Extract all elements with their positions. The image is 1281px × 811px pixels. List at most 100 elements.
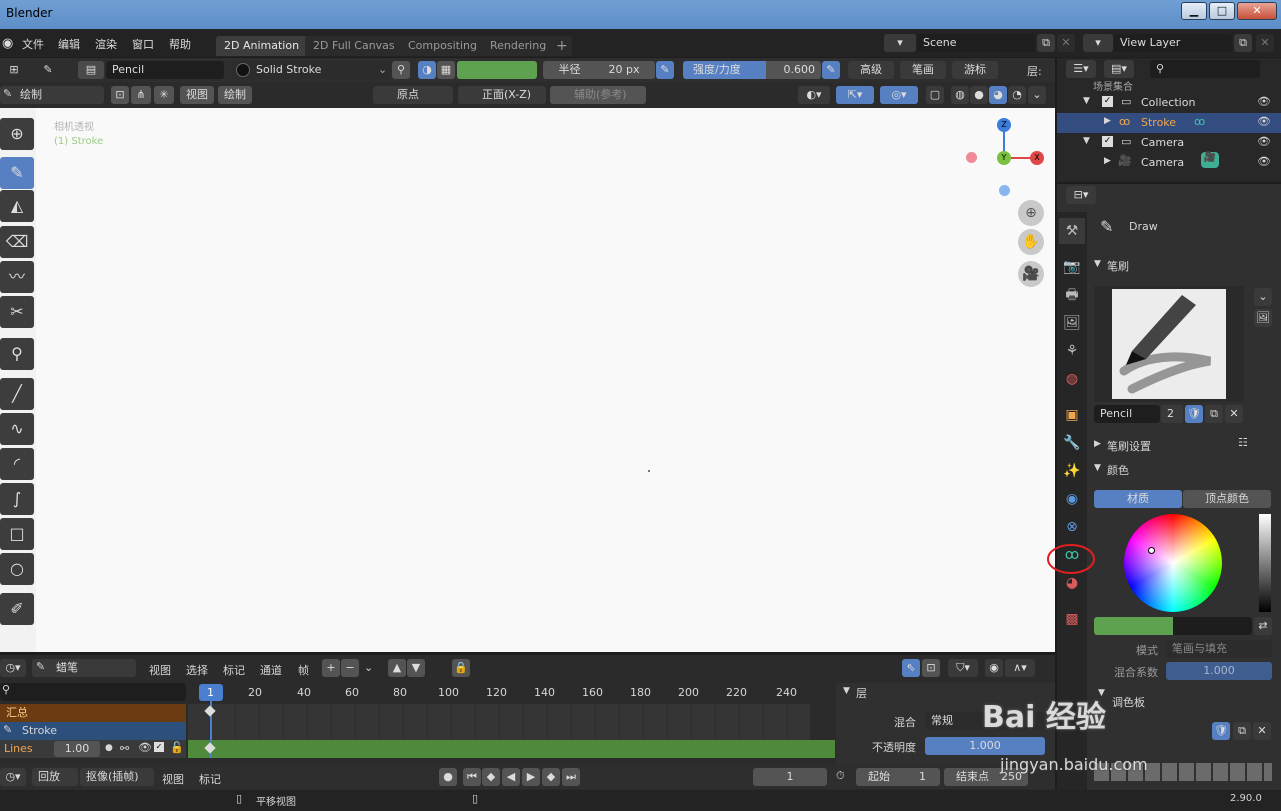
pin-material-icon[interactable]: ⚲: [392, 61, 410, 79]
effects-tab-icon[interactable]: ✨: [1059, 458, 1085, 484]
palette-unlink-icon[interactable]: ✕: [1253, 722, 1271, 740]
fill-tool-icon[interactable]: ◭: [0, 190, 34, 222]
layer-opacity-field[interactable]: 1.00: [54, 741, 100, 757]
palette-shield-icon[interactable]: 🛡: [1212, 722, 1230, 740]
eye-icon[interactable]: 👁: [1257, 115, 1271, 128]
expand-arrow-icon[interactable]: ▼: [843, 686, 850, 696]
eye-icon[interactable]: 👁: [138, 741, 152, 754]
arc-tool-icon[interactable]: ◜: [0, 448, 34, 480]
brush-settings-title[interactable]: 笔刷设置: [1107, 438, 1151, 454]
visibility-icon[interactable]: ◐▾: [798, 86, 830, 104]
eye-icon[interactable]: 👁: [1257, 135, 1271, 148]
pan-view-icon[interactable]: ✋: [1018, 229, 1044, 255]
expand-arrow-icon[interactable]: ▼: [1094, 259, 1101, 269]
xray-icon[interactable]: ▢: [926, 86, 944, 104]
cursor-menu[interactable]: 游标: [952, 61, 998, 79]
render-tab-icon[interactable]: 📷: [1059, 254, 1085, 280]
color-wheel-cursor[interactable]: [1148, 547, 1155, 554]
strength-pressure-icon[interactable]: ✎: [822, 61, 840, 79]
strength-field[interactable]: 强度/力度 0.600: [683, 61, 821, 79]
object-tab-icon[interactable]: ▣: [1059, 402, 1085, 428]
stroke-fill-toggle-icon[interactable]: ◑: [418, 61, 436, 79]
3d-viewport[interactable]: 相机透视 (1) Stroke: [36, 108, 1055, 652]
stroke-color-swatch[interactable]: [457, 61, 537, 79]
display-mode-icon[interactable]: ▤▾: [1104, 60, 1134, 78]
menu-render[interactable]: 渲染: [95, 36, 117, 52]
onion-skin-icon[interactable]: ⚯: [120, 742, 129, 755]
playback-marker-menu[interactable]: 标记: [199, 771, 221, 787]
wireframe-shading-icon[interactable]: ◍: [951, 86, 969, 104]
keying-menu[interactable]: 抠像(插帧): [80, 768, 154, 786]
draw-menu[interactable]: 绘制: [218, 86, 252, 104]
outliner-collection[interactable]: Collection: [1057, 93, 1281, 113]
gizmo-x-axis[interactable]: X: [1030, 151, 1044, 165]
cursor-tool-icon[interactable]: ⊕: [0, 118, 34, 150]
jump-end-icon[interactable]: ⏭: [562, 768, 580, 786]
menu-window[interactable]: 窗口: [132, 36, 154, 52]
expand-arrow-icon[interactable]: ▶: [1094, 439, 1101, 449]
advanced-menu[interactable]: 高级: [848, 61, 894, 79]
output-tab-icon[interactable]: 🖶: [1059, 282, 1085, 308]
material-color-tab[interactable]: 材质: [1094, 490, 1182, 508]
timeline-editor-type-icon[interactable]: ◷▾: [0, 768, 26, 786]
add-workspace-button[interactable]: +: [552, 36, 572, 56]
falloff-icon[interactable]: ∧▾: [1005, 659, 1035, 677]
scene-tab-icon[interactable]: ⚘: [1059, 338, 1085, 364]
brush-list-icon[interactable]: ⌄: [1254, 288, 1272, 306]
view-layer-field[interactable]: View Layer: [1114, 34, 1232, 52]
opacity-field[interactable]: 1.000: [925, 737, 1045, 755]
brush-panel-title[interactable]: 笔刷: [1107, 258, 1129, 274]
expand-arrow-icon[interactable]: ▶: [1104, 116, 1111, 126]
menu-file[interactable]: 文件: [22, 36, 44, 52]
zoom-view-icon[interactable]: ⊕: [1018, 200, 1044, 226]
radius-field[interactable]: 半径 20 px: [543, 61, 655, 79]
maximize-button[interactable]: □: [1209, 2, 1235, 20]
modifier-tab-icon[interactable]: 🔧: [1059, 430, 1085, 456]
play-icon[interactable]: ▶: [522, 768, 540, 786]
brush-users-count[interactable]: 2: [1161, 405, 1183, 423]
checkbox-icon[interactable]: ✓: [154, 742, 164, 752]
playback-menu[interactable]: 回放: [32, 768, 78, 786]
layer-panel-title[interactable]: 层: [856, 685, 867, 701]
stroke-menu[interactable]: 笔画: [900, 61, 946, 79]
unlink-brush-icon[interactable]: ✕: [1225, 405, 1243, 423]
brush-browse-icon[interactable]: ▤: [78, 61, 104, 79]
keyframe-area[interactable]: [188, 704, 810, 740]
record-icon[interactable]: ●: [439, 768, 457, 786]
camera-view-icon[interactable]: 🎥: [1018, 261, 1044, 287]
jump-start-icon[interactable]: ⏮: [463, 768, 481, 786]
editor-type-icon[interactable]: ⊞: [0, 61, 28, 79]
tab-rendering[interactable]: Rendering: [482, 36, 555, 56]
prev-keyframe-icon[interactable]: ◆: [482, 768, 500, 786]
filter-icon[interactable]: ⛉▾: [948, 659, 978, 677]
gizmo-y-axis[interactable]: Y: [997, 151, 1011, 165]
expand-arrow-icon[interactable]: ▼: [1083, 136, 1090, 146]
polyline-tool-icon[interactable]: ∿: [0, 413, 34, 445]
origin-select[interactable]: 原点: [373, 86, 453, 104]
tab-2d-animation[interactable]: 2D Animation: [216, 36, 308, 56]
brush-icon-image-icon[interactable]: 🖼: [1254, 309, 1272, 327]
material-shading-icon[interactable]: ◕: [989, 86, 1007, 104]
delete-view-layer-icon[interactable]: ✕: [1256, 34, 1274, 52]
blender-logo-icon[interactable]: ◉: [2, 36, 13, 51]
solid-shading-icon[interactable]: ●: [970, 86, 988, 104]
box-tool-icon[interactable]: □: [0, 518, 34, 550]
view-menu[interactable]: 视图: [180, 86, 214, 104]
timeline-menu-frame[interactable]: 帧: [298, 662, 309, 678]
checkbox-icon[interactable]: ✓: [1102, 136, 1113, 147]
brightness-slider[interactable]: [1259, 514, 1271, 612]
expand-arrow-icon[interactable]: ▶: [1104, 156, 1111, 166]
select-only-icon[interactable]: ⇖: [902, 659, 920, 677]
palette-title[interactable]: 调色板: [1112, 694, 1145, 710]
stopwatch-icon[interactable]: ⏱: [836, 769, 845, 783]
new-scene-icon[interactable]: ⧉: [1037, 34, 1055, 52]
start-frame-field[interactable]: 起始 1: [856, 768, 940, 786]
circle-tool-icon[interactable]: ○: [0, 553, 34, 585]
draw-tool-icon[interactable]: ✎: [0, 157, 34, 189]
erase-tool-icon[interactable]: ⌫: [0, 226, 34, 258]
channel-stroke[interactable]: Stroke: [0, 722, 186, 740]
eyedropper-tool-icon[interactable]: ⚲: [0, 338, 34, 370]
brush-name-field[interactable]: Pencil: [106, 61, 224, 79]
close-button[interactable]: ✕: [1237, 2, 1277, 20]
mode-select[interactable]: 绘制: [0, 86, 104, 104]
